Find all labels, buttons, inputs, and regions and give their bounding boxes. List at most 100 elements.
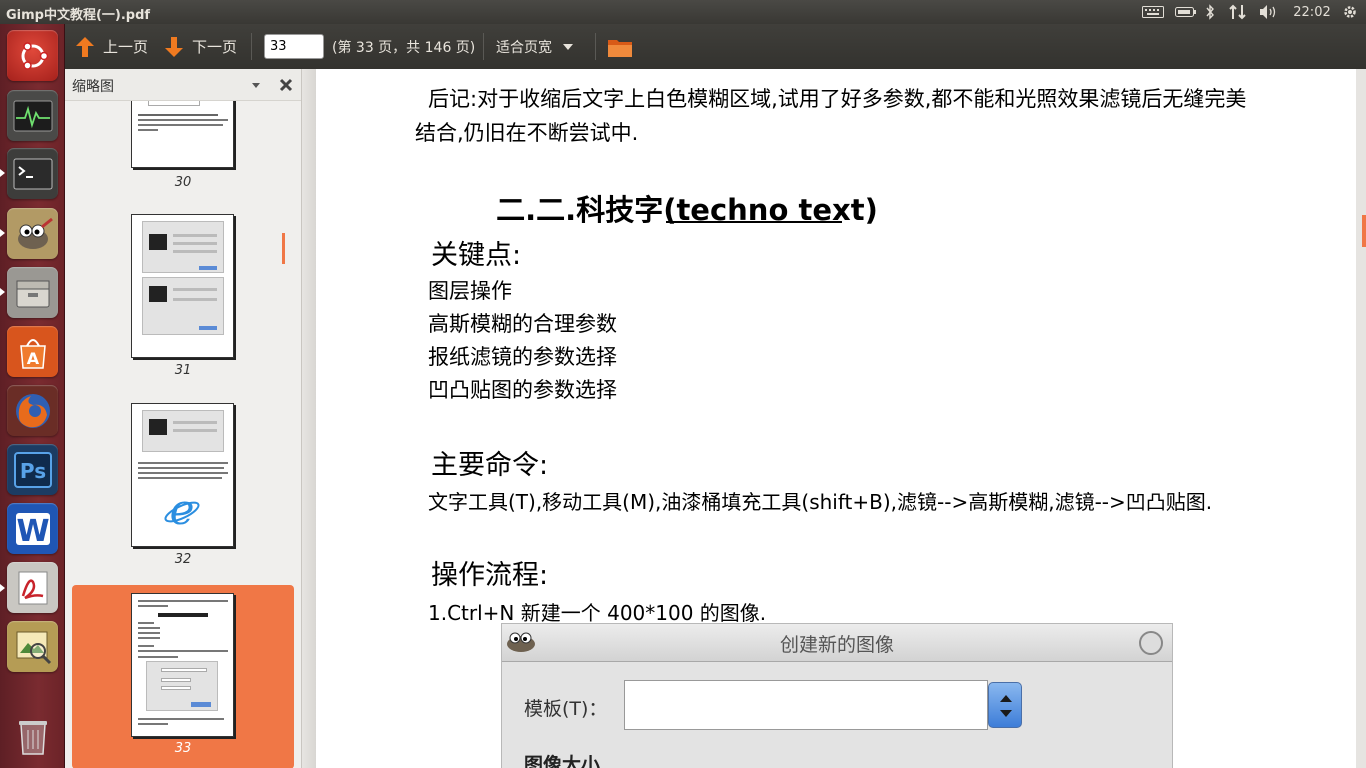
file-manager-icon[interactable] (7, 267, 58, 318)
svg-text:Ps: Ps (19, 459, 45, 483)
toolbar-separator (595, 33, 596, 60)
system-monitor-icon[interactable] (7, 90, 58, 141)
window-title: Gimp中文教程(一).pdf (6, 8, 151, 23)
thumbnail-button (199, 266, 217, 270)
running-indicator (0, 229, 5, 237)
running-indicator (0, 288, 5, 296)
key-points-title: 关键点: (431, 240, 522, 271)
keyboard-icon[interactable] (1141, 3, 1165, 21)
trash-icon[interactable] (7, 710, 58, 761)
doc-intro-line: 结合,仍旧在不断尝试中. (415, 121, 639, 145)
sidebar-header: 缩略图 (65, 69, 301, 101)
thumbnail-text-line (138, 114, 218, 116)
dialog-title: 创建新的图像 (779, 634, 894, 656)
chevron-down-icon[interactable] (251, 82, 261, 90)
thumbnail-dialog (142, 410, 224, 452)
open-file-button[interactable] (607, 24, 633, 69)
image-size-label: 图像大小 (524, 754, 601, 768)
thumbnail-list[interactable]: 30 31 e 32 33 (65, 101, 301, 768)
thumbnail-text-line (138, 632, 160, 634)
toolbar-separator (483, 33, 484, 60)
thumbnail-field (161, 678, 191, 682)
zoom-select-label: 适合页宽 (496, 39, 552, 56)
document-view[interactable]: 后记:对于收缩后文字上白色模糊区域,试用了好多参数,都不能和光照效果滤镜后无缝完… (316, 69, 1356, 768)
thumbnail-preview (149, 234, 167, 250)
pdf-viewer-icon[interactable] (7, 562, 58, 613)
svg-text:A: A (26, 349, 39, 368)
bluetooth-icon[interactable] (1203, 3, 1217, 21)
thumbnail-text-line (138, 637, 160, 639)
thumbnail-field (173, 421, 217, 424)
prev-page-button[interactable]: 上一页 (75, 24, 148, 69)
sidebar-title: 缩略图 (72, 79, 114, 95)
thumbnail-page-number: 32 (174, 552, 192, 567)
toolbar-separator (251, 33, 252, 60)
arrow-down-icon (165, 36, 183, 57)
close-icon[interactable] (279, 78, 293, 92)
thumbnail-page[interactable]: e (131, 403, 234, 547)
gimp-icon[interactable] (7, 208, 58, 259)
scrollbar-thumb[interactable] (1362, 215, 1366, 247)
svg-text:W: W (16, 514, 49, 547)
thumbnail-page-number: 33 (174, 741, 192, 756)
template-select-stepper (988, 682, 1022, 728)
thumbnail-text-line (138, 627, 160, 629)
thumbnail-text-line (138, 129, 158, 131)
thumbnail-page[interactable] (131, 214, 234, 358)
thumbnail-sidebar: 缩略图 30 31 e 32 33 (65, 69, 301, 768)
thumbnail-preview (149, 286, 167, 302)
ie-logo-icon: e (164, 490, 200, 530)
chevron-down-icon (563, 43, 573, 50)
key-point-item: 凹凸贴图的参数选择 (428, 378, 617, 402)
doc-intro-line: 后记:对于收缩后文字上白色模糊区域,试用了好多参数,都不能和光照效果滤镜后无缝完… (428, 87, 1247, 111)
commands-text: 文字工具(T),移动工具(M),油漆桶填充工具(shift+B),滤镜-->高斯… (428, 490, 1213, 514)
thumbnail-text-line (138, 622, 154, 624)
photoshop-icon[interactable]: Ps (7, 444, 58, 495)
launcher: A Ps W (0, 24, 65, 768)
image-viewer-icon[interactable] (7, 621, 58, 672)
thumbnail-text-line (138, 656, 178, 658)
template-label: 模板(T)： (524, 698, 608, 720)
page-info: (第 33 页，共 146 页) (332, 39, 476, 56)
wps-writer-icon[interactable]: W (7, 503, 58, 554)
sidebar-splitter[interactable] (282, 69, 316, 768)
thumbnail-text-line (138, 723, 168, 725)
software-center-icon[interactable]: A (7, 326, 58, 377)
sidebar-scroll-indicator[interactable] (282, 233, 285, 264)
volume-icon[interactable] (1258, 3, 1280, 21)
running-indicator (0, 169, 5, 177)
document-scrollbar[interactable] (1356, 69, 1366, 768)
prev-page-label: 上一页 (103, 38, 149, 56)
key-point-item: 高斯模糊的合理参数 (428, 312, 617, 336)
thumbnail-dialog (142, 277, 224, 335)
thumbnail-field (161, 668, 207, 672)
zoom-select[interactable]: 适合页宽 (496, 24, 574, 69)
thumbnail-button (191, 702, 211, 707)
page-number-input[interactable] (264, 34, 324, 59)
process-step: 1.Ctrl+N 新建一个 400*100 的图像. (428, 601, 767, 625)
thumbnail-dialog (142, 221, 224, 273)
network-icon[interactable] (1228, 3, 1248, 21)
thumbnail-text-line (138, 467, 224, 469)
dialog-close-icon (1139, 631, 1163, 655)
template-select (624, 680, 988, 730)
clock[interactable]: 22:02 (1290, 3, 1334, 21)
thumbnail-field (173, 429, 217, 432)
commands-title: 主要命令: (431, 450, 549, 481)
settings-gear-icon[interactable] (1340, 3, 1360, 21)
thumbnail-text-line (138, 119, 228, 121)
thumbnail-field (161, 686, 191, 690)
thumbnail-text-line (138, 605, 168, 607)
thumbnail-page[interactable] (131, 593, 234, 737)
thumbnail-page[interactable] (131, 101, 234, 168)
next-page-button[interactable]: 下一页 (164, 24, 237, 69)
dialog-titlebar: 创建新的图像 (502, 624, 1172, 662)
thumbnail-dialog (148, 101, 200, 106)
thumbnail-text-line (138, 124, 223, 126)
thumbnail-text-line (138, 462, 228, 464)
firefox-icon[interactable] (7, 385, 58, 436)
ubuntu-dash-icon[interactable] (7, 30, 58, 81)
terminal-icon[interactable] (7, 148, 58, 199)
battery-icon[interactable] (1174, 3, 1198, 21)
thumbnail-text-line (138, 477, 222, 479)
